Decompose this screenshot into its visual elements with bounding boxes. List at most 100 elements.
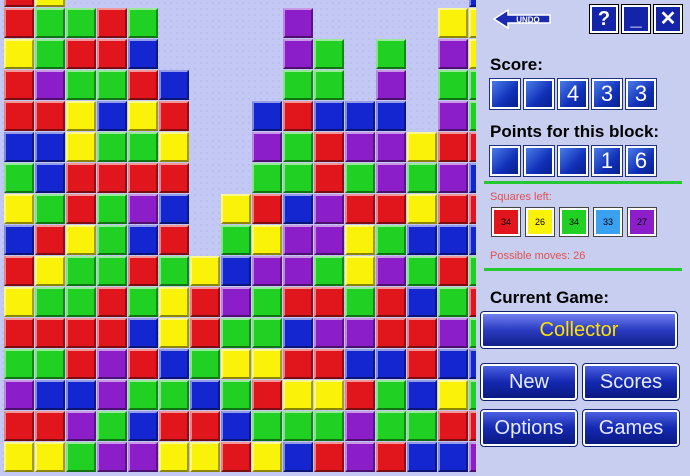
block-yellow[interactable] <box>345 225 375 255</box>
block-purple[interactable] <box>252 256 282 286</box>
block-purple[interactable] <box>376 256 406 286</box>
block-yellow[interactable] <box>407 132 437 162</box>
block-red[interactable] <box>376 318 406 348</box>
block-green[interactable] <box>128 380 158 410</box>
block-purple[interactable] <box>314 194 344 224</box>
block-green[interactable] <box>283 411 313 441</box>
block-yellow[interactable] <box>159 132 189 162</box>
block-red[interactable] <box>314 442 344 472</box>
block-yellow[interactable] <box>66 225 96 255</box>
block-green[interactable] <box>221 318 251 348</box>
block-yellow[interactable] <box>159 318 189 348</box>
block-red[interactable] <box>190 287 220 317</box>
block-red[interactable] <box>35 101 65 131</box>
block-blue[interactable] <box>283 442 313 472</box>
block-yellow[interactable] <box>314 380 344 410</box>
block-green[interactable] <box>252 411 282 441</box>
block-green[interactable] <box>376 225 406 255</box>
block-yellow[interactable] <box>190 442 220 472</box>
block-green[interactable] <box>221 225 251 255</box>
block-red[interactable] <box>4 70 34 100</box>
block-green[interactable] <box>190 349 220 379</box>
block-green[interactable] <box>97 194 127 224</box>
block-purple[interactable] <box>314 318 344 348</box>
block-purple[interactable] <box>283 225 313 255</box>
block-red[interactable] <box>128 256 158 286</box>
block-green[interactable] <box>66 70 96 100</box>
block-red[interactable] <box>97 287 127 317</box>
block-blue[interactable] <box>345 349 375 379</box>
block-red[interactable] <box>407 318 437 348</box>
block-blue[interactable] <box>438 225 468 255</box>
block-green[interactable] <box>314 411 344 441</box>
block-purple[interactable] <box>345 442 375 472</box>
block-blue[interactable] <box>407 380 437 410</box>
block-red[interactable] <box>159 101 189 131</box>
block-red[interactable] <box>407 349 437 379</box>
block-yellow[interactable] <box>35 0 65 7</box>
block-red[interactable] <box>190 318 220 348</box>
block-yellow[interactable] <box>66 101 96 131</box>
block-blue[interactable] <box>407 225 437 255</box>
block-yellow[interactable] <box>35 256 65 286</box>
block-yellow[interactable] <box>4 287 34 317</box>
block-green[interactable] <box>314 70 344 100</box>
block-red[interactable] <box>159 411 189 441</box>
undo-button[interactable]: UNDO <box>492 8 552 30</box>
block-purple[interactable] <box>345 132 375 162</box>
minimize-button[interactable]: _ <box>621 4 651 34</box>
block-red[interactable] <box>4 411 34 441</box>
block-red[interactable] <box>35 318 65 348</box>
block-green[interactable] <box>35 194 65 224</box>
block-red[interactable] <box>252 380 282 410</box>
block-blue[interactable] <box>252 101 282 131</box>
block-yellow[interactable] <box>128 101 158 131</box>
block-blue[interactable] <box>314 101 344 131</box>
block-yellow[interactable] <box>159 442 189 472</box>
block-yellow[interactable] <box>252 442 282 472</box>
block-red[interactable] <box>128 70 158 100</box>
block-purple[interactable] <box>283 39 313 69</box>
block-blue[interactable] <box>345 101 375 131</box>
block-red[interactable] <box>376 287 406 317</box>
block-green[interactable] <box>66 256 96 286</box>
block-yellow[interactable] <box>283 380 313 410</box>
block-purple[interactable] <box>35 70 65 100</box>
block-purple[interactable] <box>345 411 375 441</box>
block-purple[interactable] <box>221 287 251 317</box>
block-red[interactable] <box>128 163 158 193</box>
block-green[interactable] <box>97 70 127 100</box>
block-purple[interactable] <box>314 225 344 255</box>
block-blue[interactable] <box>4 225 34 255</box>
game-board[interactable] <box>0 0 530 476</box>
block-red[interactable] <box>438 132 468 162</box>
block-green[interactable] <box>252 318 282 348</box>
block-purple[interactable] <box>66 411 96 441</box>
block-green[interactable] <box>314 256 344 286</box>
block-red[interactable] <box>128 349 158 379</box>
block-red[interactable] <box>4 256 34 286</box>
block-green[interactable] <box>97 225 127 255</box>
block-red[interactable] <box>4 0 34 7</box>
block-yellow[interactable] <box>4 194 34 224</box>
block-green[interactable] <box>345 163 375 193</box>
block-green[interactable] <box>438 70 468 100</box>
block-green[interactable] <box>314 39 344 69</box>
block-purple[interactable] <box>128 442 158 472</box>
block-yellow[interactable] <box>4 442 34 472</box>
block-red[interactable] <box>66 318 96 348</box>
block-green[interactable] <box>66 287 96 317</box>
block-blue[interactable] <box>407 442 437 472</box>
block-yellow[interactable] <box>221 349 251 379</box>
block-yellow[interactable] <box>221 194 251 224</box>
block-green[interactable] <box>159 256 189 286</box>
block-yellow[interactable] <box>4 39 34 69</box>
block-red[interactable] <box>376 442 406 472</box>
block-red[interactable] <box>314 163 344 193</box>
block-blue[interactable] <box>438 349 468 379</box>
block-green[interactable] <box>128 132 158 162</box>
block-blue[interactable] <box>128 225 158 255</box>
block-red[interactable] <box>438 411 468 441</box>
games-button[interactable]: Games <box>582 409 680 447</box>
block-red[interactable] <box>35 225 65 255</box>
